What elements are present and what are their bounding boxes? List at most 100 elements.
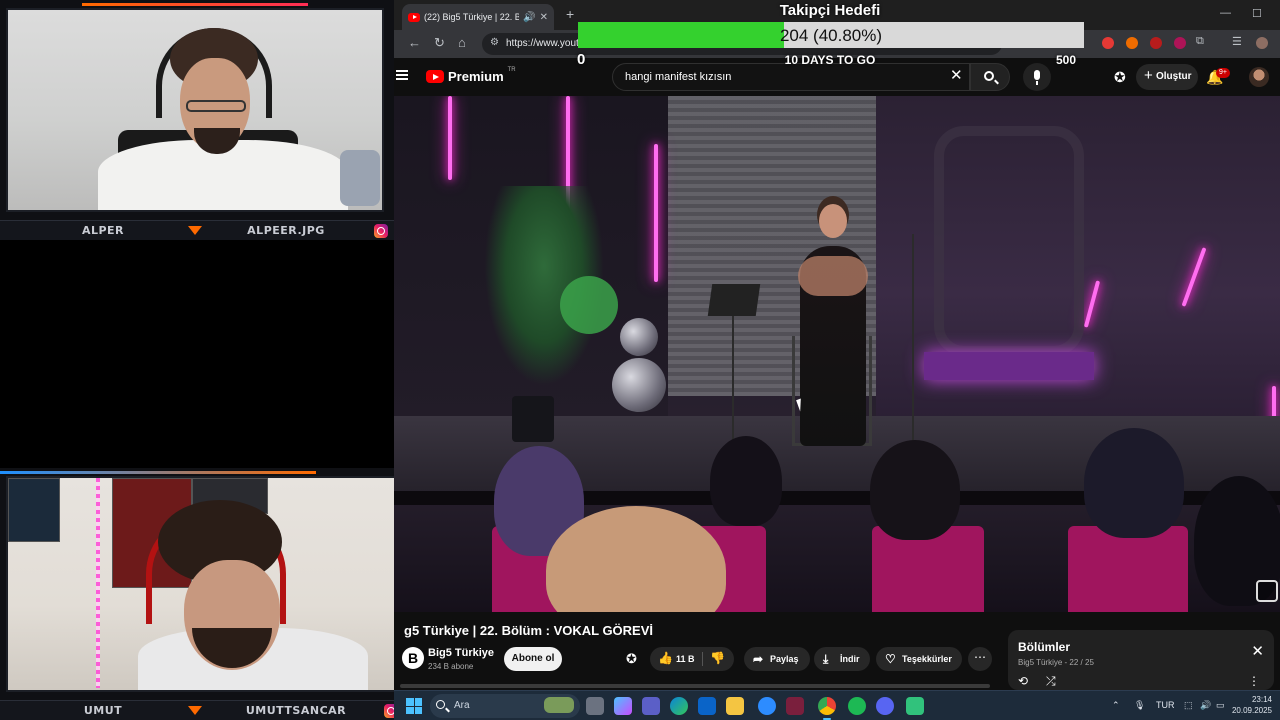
taskbar-search[interactable]: Ara: [430, 694, 580, 718]
maximize-icon[interactable]: ☐: [1252, 7, 1262, 20]
miniplayer-icon[interactable]: [1256, 580, 1278, 602]
extension-icon[interactable]: [1174, 37, 1186, 49]
youtube-logo-text: Premium: [448, 69, 504, 84]
clock-time: 23:14: [1251, 695, 1272, 704]
menu-list-icon[interactable]: ☰: [1232, 35, 1242, 48]
dislike-icon[interactable]: 👎: [710, 651, 725, 665]
reload-icon[interactable]: ↻: [434, 35, 445, 51]
neon-light: [654, 144, 658, 282]
create-button[interactable]: Oluştur: [1136, 64, 1198, 90]
extension-icon[interactable]: [1102, 37, 1114, 49]
like-icon[interactable]: 👍: [658, 651, 673, 665]
app-icon[interactable]: [786, 697, 804, 715]
channel-name[interactable]: Big5 Türkiye: [428, 647, 494, 659]
profile-avatar[interactable]: [1256, 37, 1268, 49]
video-title: g5 Türkiye | 22. Bölüm : VOKAL GÖREVİ: [404, 623, 654, 638]
singer-head: [819, 204, 847, 238]
plant-pot: [512, 396, 554, 442]
thanks-heart-icon: ♡: [885, 652, 896, 666]
youtube-favicon-icon: [408, 12, 420, 22]
zoom-icon[interactable]: [758, 697, 776, 715]
wall-poster: [8, 478, 60, 542]
share-label: Paylaş: [770, 654, 799, 664]
teams-icon[interactable]: [642, 697, 660, 715]
system-clock[interactable]: 23:14 20.09.2025: [1232, 694, 1272, 716]
channel-avatar[interactable]: B: [402, 647, 424, 669]
youtube-logo[interactable]: Premium TR: [426, 67, 516, 84]
hamburger-menu-icon[interactable]: [396, 70, 408, 80]
volume-icon[interactable]: 🔊: [1200, 700, 1211, 711]
extension-icon[interactable]: [1126, 37, 1138, 49]
minimize-icon[interactable]: —: [1220, 7, 1231, 19]
goal-title: Takipçi Hedefi: [779, 2, 881, 19]
share-button[interactable]: ➦ Paylaş: [744, 647, 810, 671]
back-icon[interactable]: ←: [408, 35, 421, 50]
battery-icon[interactable]: ▭: [1216, 700, 1225, 711]
home-icon[interactable]: ⌂: [458, 35, 466, 50]
app-icon[interactable]: [906, 697, 924, 715]
shuffle-icon[interactable]: ⤮: [1046, 674, 1056, 689]
subscribe-button[interactable]: Abone ol: [504, 647, 562, 671]
new-tab-icon[interactable]: +: [566, 6, 574, 22]
account-avatar[interactable]: [1249, 67, 1269, 87]
nameplate-top: ALPER ALPEER.JPG: [0, 220, 394, 240]
download-icon: ⤓: [823, 652, 829, 666]
webcam-panel-top: ALPER ALPEER.JPG: [0, 0, 394, 240]
chapters-panel: Bölümler Big5 Türkiye - 22 / 25 ✕ ⟲ ⤮ ⋮: [1008, 630, 1274, 690]
discord-icon[interactable]: [876, 697, 894, 715]
audience-member: [870, 440, 960, 540]
country-code: TR: [507, 67, 516, 73]
search-highlight-image: [544, 697, 574, 713]
microphone-tray-icon[interactable]: 🎙: [1134, 700, 1145, 711]
follower-goal-widget: Takipçi Hedefi 204 (40.80%) 0 10 DAYS TO…: [576, 0, 1084, 70]
singer-arms: [798, 256, 868, 296]
neon-light: [448, 96, 452, 180]
outlook-icon[interactable]: [698, 697, 716, 715]
more-actions-button[interactable]: ⋯: [968, 647, 992, 671]
like-count[interactable]: 11 B: [676, 647, 695, 671]
taskbar-search-placeholder: Ara: [454, 700, 470, 711]
edge-icon[interactable]: [670, 697, 688, 715]
thanks-heart-icon[interactable]: ✪: [1114, 69, 1126, 86]
close-icon[interactable]: ✕: [1251, 642, 1264, 660]
close-tab-icon[interactable]: ✕: [540, 12, 548, 23]
search-icon: [436, 700, 445, 709]
webcam-video-top: [6, 8, 384, 212]
download-button[interactable]: ⤓ İndir: [814, 647, 870, 671]
streamer-handle: ALPEER.JPG: [247, 224, 325, 237]
browser-tab[interactable]: (22) Big5 Türkiye | 22. Bölüm 🔊 ✕: [402, 4, 554, 30]
chapters-subtitle[interactable]: Big5 Türkiye - 22 / 25: [1018, 658, 1094, 667]
chrome-icon[interactable]: [818, 697, 836, 715]
language-indicator[interactable]: TUR: [1156, 700, 1175, 710]
audience-member: [1084, 428, 1184, 538]
more-vertical-icon[interactable]: ⋮: [1248, 674, 1260, 688]
channel-subscriber-count: 234 B abone: [428, 662, 474, 671]
video-player[interactable]: [394, 96, 1280, 612]
windows-start-icon[interactable]: [406, 698, 422, 714]
webcam-video-bottom: [6, 476, 396, 692]
horizontal-scrollbar[interactable]: [400, 684, 990, 688]
accent-line: [0, 471, 316, 474]
extensions-puzzle-icon[interactable]: ⧉: [1196, 35, 1204, 48]
file-explorer-icon[interactable]: [726, 697, 744, 715]
thanks-button[interactable]: ♡ Teşekkürler: [876, 647, 962, 671]
spotify-icon[interactable]: [848, 697, 866, 715]
disco-ball: [620, 318, 658, 356]
task-view-icon[interactable]: [586, 697, 604, 715]
extension-icon[interactable]: [1150, 37, 1162, 49]
repeat-icon[interactable]: ⟲: [1018, 674, 1028, 688]
divider: [702, 652, 703, 666]
share-icon: ➦: [753, 652, 764, 666]
screen: ALPER ALPEER.JPG UMUT UMUTTSANCAR (22) B…: [0, 0, 1280, 720]
url-text: https://www.yout: [506, 38, 579, 49]
show-hidden-icons-icon[interactable]: ⌃: [1112, 700, 1120, 711]
glasses: [186, 100, 246, 112]
speaker-icon[interactable]: 🔊: [523, 12, 535, 23]
ai-sparkle-icon[interactable]: ✪: [626, 651, 637, 667]
streamer-name: ALPER: [81, 224, 125, 237]
purple-glow: [924, 352, 1094, 380]
led-strip: [96, 478, 100, 688]
site-info-icon[interactable]: ⚙: [490, 37, 499, 48]
copilot-icon[interactable]: [614, 697, 632, 715]
network-icon[interactable]: ⬚: [1184, 700, 1193, 711]
